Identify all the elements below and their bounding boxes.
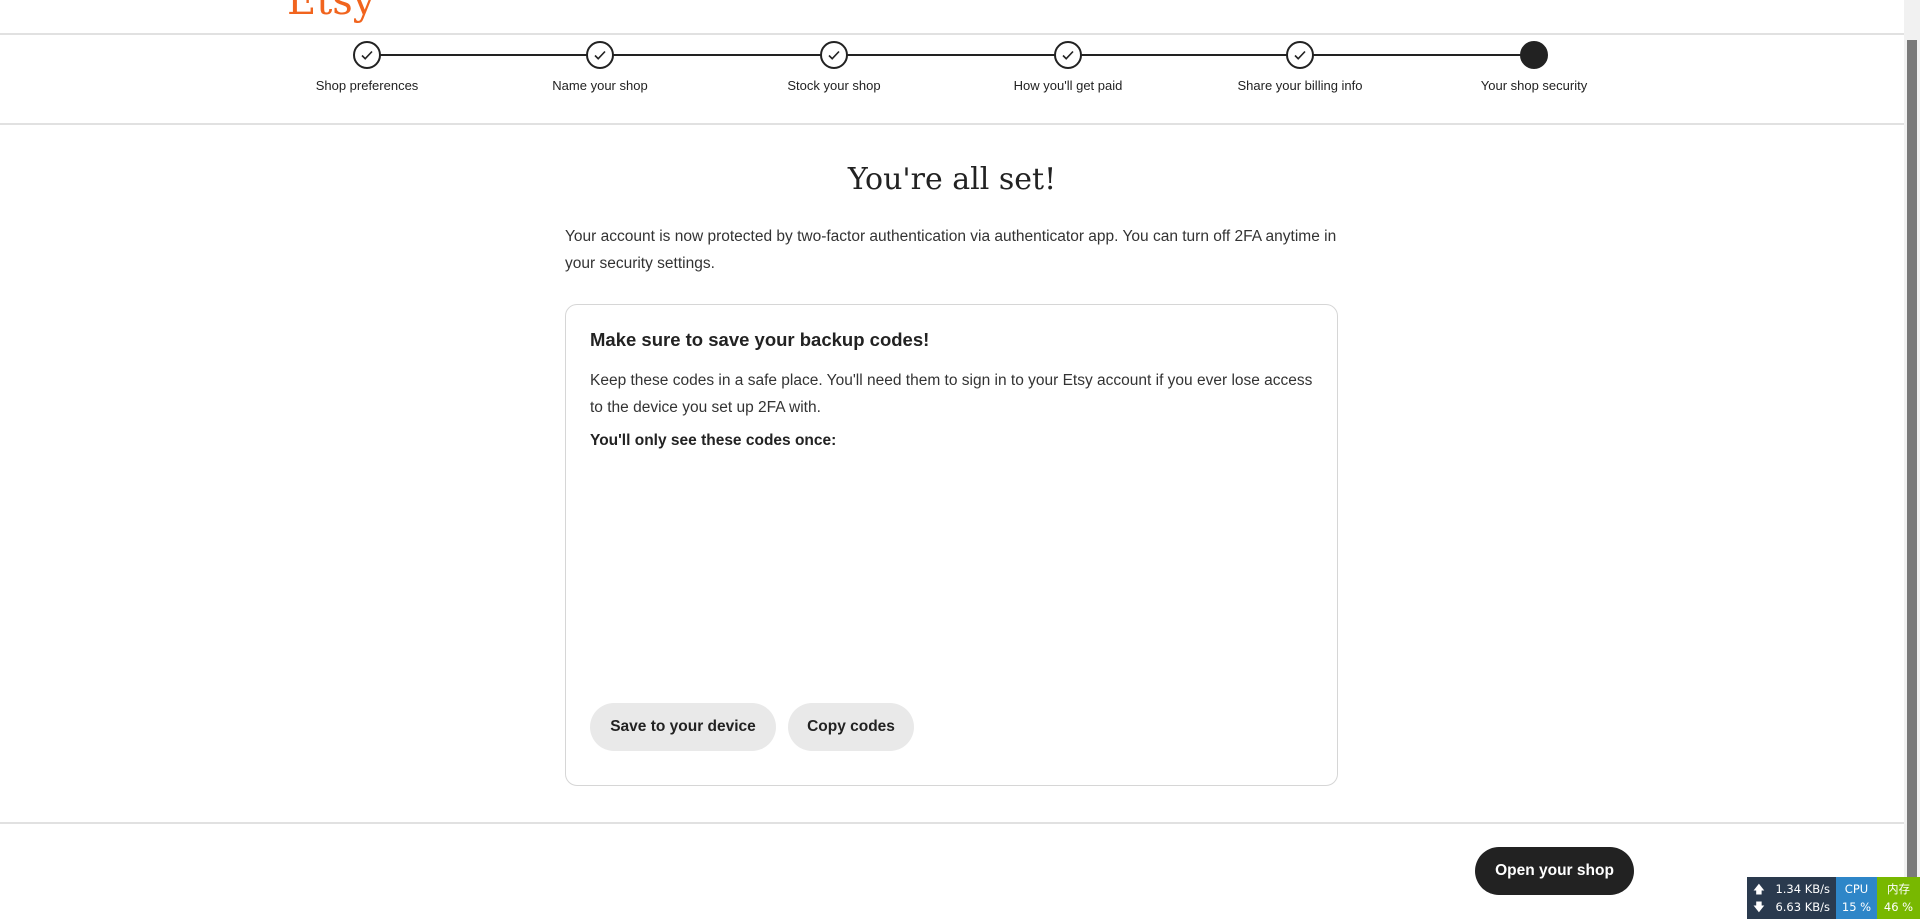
- page-title: You're all set!: [847, 162, 1057, 197]
- step-4: Share your billing info: [1180, 41, 1420, 93]
- current-step-icon: [1520, 41, 1548, 69]
- step-label: Share your billing info: [1237, 78, 1363, 93]
- open-shop-button[interactable]: Open your shop: [1475, 847, 1634, 895]
- check-circle-icon: [1054, 41, 1082, 69]
- footer-divider: [0, 822, 1904, 824]
- card-body: Keep these codes in a safe place. You'll…: [590, 372, 1313, 416]
- step-label: Shop preferences: [315, 78, 419, 93]
- step-3: How you'll get paid: [948, 41, 1188, 93]
- step-label: Your shop security: [1480, 78, 1588, 93]
- memory-value: 46 %: [1883, 900, 1914, 914]
- intro-text: Your account is now protected by two-fac…: [565, 228, 1337, 272]
- stepper-divider: [0, 123, 1904, 125]
- step-label: Name your shop: [552, 78, 648, 93]
- etsy-logo[interactable]: Etsy: [287, 0, 375, 24]
- scrollbar-thumb[interactable]: [1907, 40, 1917, 919]
- cpu-label: CPU: [1844, 882, 1869, 896]
- step-label: Stock your shop: [787, 78, 881, 93]
- system-monitor: 🡅 1.34 KB/s 🡇 6.63 KB/s CPU 15 % 内存 46 %: [1747, 877, 1920, 919]
- download-arrow-icon: 🡇: [1753, 900, 1765, 914]
- step-1: Name your shop: [480, 41, 720, 93]
- step-label: How you'll get paid: [1013, 78, 1123, 93]
- card-title: Make sure to save your backup codes!: [590, 329, 930, 350]
- header-divider: [0, 33, 1904, 35]
- backup-codes-card: Make sure to save your backup codes! Kee…: [565, 304, 1338, 786]
- cpu-value: 15 %: [1841, 900, 1872, 914]
- step-5: Your shop security: [1414, 41, 1654, 93]
- save-to-device-button[interactable]: Save to your device: [590, 703, 776, 751]
- download-speed: 6.63 KB/s: [1775, 900, 1830, 914]
- check-circle-icon: [1286, 41, 1314, 69]
- codes-note: You'll only see these codes once:: [590, 432, 837, 449]
- upload-arrow-icon: 🡅: [1753, 882, 1765, 896]
- upload-speed: 1.34 KB/s: [1775, 882, 1830, 896]
- check-circle-icon: [820, 41, 848, 69]
- copy-codes-button[interactable]: Copy codes: [788, 703, 914, 751]
- step-2: Stock your shop: [714, 41, 954, 93]
- step-0: Shop preferences: [247, 41, 487, 93]
- memory-label: 内存: [1887, 882, 1910, 896]
- check-circle-icon: [353, 41, 381, 69]
- check-circle-icon: [586, 41, 614, 69]
